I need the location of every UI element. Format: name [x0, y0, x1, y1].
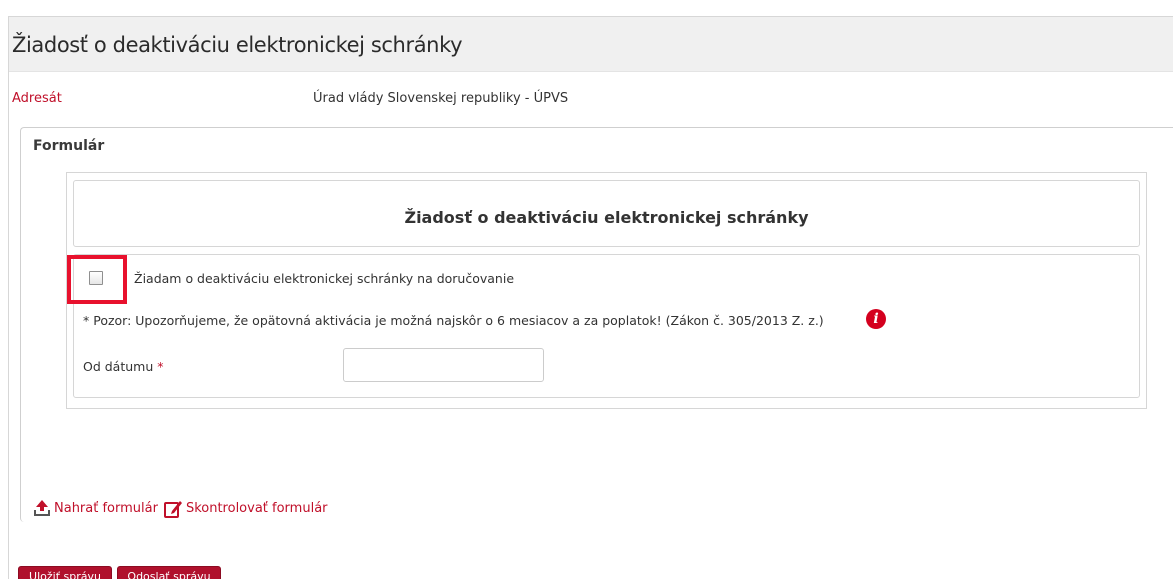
- upload-form-label: Nahrať formulár: [54, 500, 158, 516]
- deactivation-checkbox-label[interactable]: Žiadam o deaktiváciu elektronickej schrá…: [134, 271, 514, 286]
- form-actions: Nahrať formulár Skontrolovať formulár: [33, 497, 328, 519]
- info-icon[interactable]: i: [866, 309, 886, 329]
- form-heading-box: Žiadosť o deaktiváciu elektronickej schr…: [73, 180, 1140, 247]
- check-form-link[interactable]: Skontrolovať formulár: [163, 499, 328, 518]
- check-form-label: Skontrolovať formulár: [185, 500, 328, 516]
- addressee-value: Úrad vlády Slovenskej republiky - ÚPVS: [313, 91, 569, 106]
- upload-form-link[interactable]: Nahrať formulár: [33, 499, 158, 517]
- addressee-label: Adresát: [12, 91, 62, 106]
- warning-text: * Pozor: Upozorňujeme, že opätovná aktiv…: [83, 313, 824, 328]
- date-label-text: Od dátumu: [83, 359, 154, 374]
- title-bar: Žiadosť o deaktiváciu elektronickej schr…: [9, 17, 1173, 72]
- save-message-button[interactable]: Uložiť správu: [18, 566, 112, 579]
- form-legend: Formulár: [33, 138, 105, 154]
- upload-icon: [34, 500, 50, 516]
- edit-icon: [163, 500, 182, 518]
- date-input[interactable]: [343, 348, 544, 382]
- required-mark: *: [157, 359, 164, 374]
- send-message-button[interactable]: Odoslať správu: [117, 566, 221, 579]
- page-title: Žiadosť o deaktiváciu elektronickej schr…: [12, 33, 463, 57]
- deactivation-checkbox[interactable]: [89, 271, 103, 285]
- date-label: Od dátumu *: [83, 359, 164, 374]
- form-heading: Žiadosť o deaktiváciu elektronickej schr…: [404, 208, 809, 227]
